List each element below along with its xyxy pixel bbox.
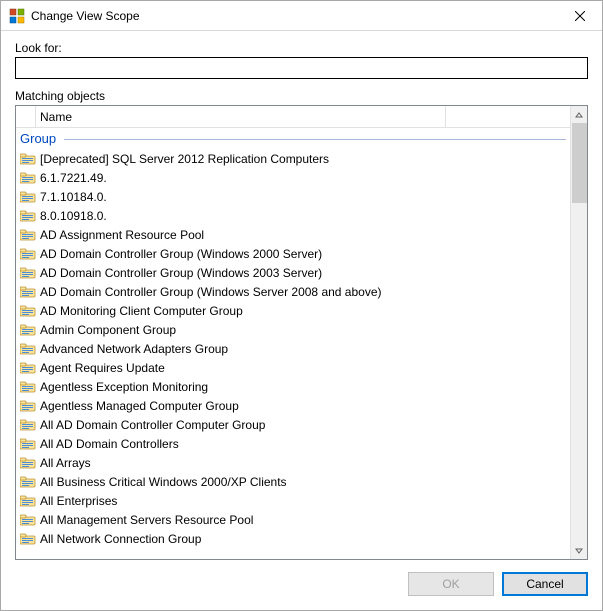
group-icon — [20, 267, 36, 279]
button-row: OK Cancel — [1, 560, 602, 610]
app-icon — [9, 8, 25, 24]
group-icon — [20, 229, 36, 241]
list-item-label: All Business Critical Windows 2000/XP Cl… — [40, 475, 287, 489]
group-icon — [20, 324, 36, 336]
list-item-label: Agentless Managed Computer Group — [40, 399, 239, 413]
list-item-label: All AD Domain Controller Computer Group — [40, 418, 265, 432]
list-item-label: 7.1.10184.0. — [40, 190, 107, 204]
lookfor-input[interactable] — [15, 57, 588, 79]
matching-objects-list[interactable]: Name Group [Deprecated] SQL Server 2012 … — [15, 105, 588, 560]
list-item-label: All AD Domain Controllers — [40, 437, 179, 451]
list-item-label: All Arrays — [40, 456, 91, 470]
group-icon — [20, 153, 36, 165]
list-item[interactable]: All AD Domain Controller Computer Group — [16, 415, 570, 434]
scroll-track[interactable] — [571, 123, 587, 542]
group-icon — [20, 248, 36, 260]
list-item-label: [Deprecated] SQL Server 2012 Replication… — [40, 152, 329, 166]
cancel-button[interactable]: Cancel — [502, 572, 588, 596]
list-item[interactable]: Admin Component Group — [16, 320, 570, 339]
list-rows: [Deprecated] SQL Server 2012 Replication… — [16, 149, 570, 548]
group-icon — [20, 533, 36, 545]
lookfor-label: Look for: — [15, 41, 588, 55]
client-area: Look for: Matching objects Name Group [D… — [1, 31, 602, 560]
chevron-down-icon — [575, 548, 583, 554]
list-item[interactable]: AD Domain Controller Group (Windows 2003… — [16, 263, 570, 282]
chevron-up-icon — [575, 112, 583, 118]
list-item-label: AD Domain Controller Group (Windows Serv… — [40, 285, 382, 299]
scroll-down-button[interactable] — [571, 542, 587, 559]
group-icon — [20, 305, 36, 317]
list-item[interactable]: All Enterprises — [16, 491, 570, 510]
list-item[interactable]: All Arrays — [16, 453, 570, 472]
group-icon — [20, 191, 36, 203]
list-item[interactable]: AD Assignment Resource Pool — [16, 225, 570, 244]
list-item-label: Advanced Network Adapters Group — [40, 342, 228, 356]
list-item[interactable]: Agent Requires Update — [16, 358, 570, 377]
group-icon — [20, 495, 36, 507]
list-item[interactable]: 7.1.10184.0. — [16, 187, 570, 206]
list-item-label: 8.0.10918.0. — [40, 209, 107, 223]
titlebar: Change View Scope — [1, 1, 602, 31]
list-item-label: All Management Servers Resource Pool — [40, 513, 253, 527]
list-item-label: AD Domain Controller Group (Windows 2003… — [40, 266, 322, 280]
list-item[interactable]: All Management Servers Resource Pool — [16, 510, 570, 529]
group-icon — [20, 476, 36, 488]
list-item[interactable]: 8.0.10918.0. — [16, 206, 570, 225]
group-icon — [20, 172, 36, 184]
ok-button: OK — [408, 572, 494, 596]
close-icon — [575, 11, 585, 21]
window-title: Change View Scope — [31, 9, 557, 23]
list-content: Name Group [Deprecated] SQL Server 2012 … — [16, 106, 570, 559]
list-item-label: All Enterprises — [40, 494, 117, 508]
group-icon — [20, 514, 36, 526]
list-item[interactable]: AD Monitoring Client Computer Group — [16, 301, 570, 320]
list-item-label: Admin Component Group — [40, 323, 176, 337]
vertical-scrollbar[interactable] — [570, 106, 587, 559]
group-icon — [20, 362, 36, 374]
list-item[interactable]: Agentless Exception Monitoring — [16, 377, 570, 396]
matching-objects-label: Matching objects — [15, 89, 588, 103]
list-item[interactable]: AD Domain Controller Group (Windows 2000… — [16, 244, 570, 263]
group-label: Group — [20, 131, 56, 146]
scroll-up-button[interactable] — [571, 106, 587, 123]
group-icon — [20, 457, 36, 469]
group-divider — [64, 139, 566, 140]
column-header-rest — [446, 106, 570, 127]
group-icon — [20, 400, 36, 412]
list-item[interactable]: Agentless Managed Computer Group — [16, 396, 570, 415]
scroll-thumb[interactable] — [572, 123, 587, 203]
column-header-row: Name — [16, 106, 570, 128]
list-item[interactable]: 6.1.7221.49. — [16, 168, 570, 187]
column-header-name[interactable]: Name — [36, 106, 446, 127]
group-icon — [20, 343, 36, 355]
list-item[interactable]: All Business Critical Windows 2000/XP Cl… — [16, 472, 570, 491]
group-icon — [20, 419, 36, 431]
group-icon — [20, 210, 36, 222]
list-item-label: Agent Requires Update — [40, 361, 165, 375]
list-item-label: AD Assignment Resource Pool — [40, 228, 204, 242]
list-item[interactable]: Advanced Network Adapters Group — [16, 339, 570, 358]
list-item-label: All Network Connection Group — [40, 532, 201, 546]
list-item-label: Agentless Exception Monitoring — [40, 380, 208, 394]
group-header: Group — [16, 128, 570, 149]
list-item[interactable]: All Network Connection Group — [16, 529, 570, 548]
dialog-window: Change View Scope Look for: Matching obj… — [0, 0, 603, 611]
list-item-label: 6.1.7221.49. — [40, 171, 107, 185]
group-icon — [20, 381, 36, 393]
group-icon — [20, 438, 36, 450]
list-item[interactable]: [Deprecated] SQL Server 2012 Replication… — [16, 149, 570, 168]
list-item[interactable]: All AD Domain Controllers — [16, 434, 570, 453]
list-item[interactable]: AD Domain Controller Group (Windows Serv… — [16, 282, 570, 301]
list-item-label: AD Domain Controller Group (Windows 2000… — [40, 247, 322, 261]
close-button[interactable] — [557, 1, 602, 30]
list-item-label: AD Monitoring Client Computer Group — [40, 304, 243, 318]
group-icon — [20, 286, 36, 298]
column-header-spacer — [16, 106, 36, 127]
